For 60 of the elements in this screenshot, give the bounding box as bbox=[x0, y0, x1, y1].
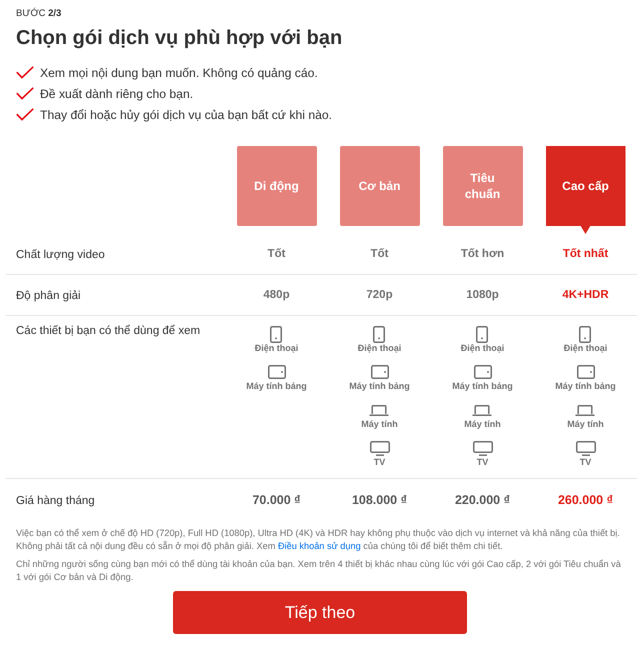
benefit-text: Đề xuất dành riêng cho bạn. bbox=[40, 86, 194, 100]
laptop-icon bbox=[472, 404, 492, 416]
device-label: Máy tính bbox=[567, 419, 604, 430]
tv-icon bbox=[370, 440, 390, 456]
plan-option[interactable]: Di động bbox=[236, 146, 316, 226]
price-value: 108.000 ₫ bbox=[352, 493, 408, 507]
disclaimer-text: Chỉ những người sống cùng bạn mới có thể dùng tài khoản của bạn. Xem trên 4 thiết bị khác nhau cùng lúc với gói Cao cấp, 2 với gói Tiêu chuẩn và 1 với gói Cơ bản và Di động. bbox=[16, 558, 622, 584]
benefit-text: Xem mọi nội dung bạn muốn. Không có quảng cáo. bbox=[40, 66, 318, 80]
feature-value: Tốt bbox=[268, 248, 286, 260]
price-value: 260.000 ₫ bbox=[558, 493, 614, 507]
feature-value: 1080p bbox=[466, 289, 499, 301]
next-button[interactable]: Tiếp theo bbox=[173, 591, 467, 634]
tv-icon bbox=[472, 440, 492, 456]
checkmark-icon bbox=[16, 108, 34, 121]
price-value: 220.000 ₫ bbox=[454, 493, 510, 507]
feature-label: Độ phân giải bbox=[16, 290, 81, 302]
page-title: Chọn gói dịch vụ phù hợp với bạn bbox=[16, 26, 344, 51]
feature-label: Các thiết bị bạn có thể dùng để xem bbox=[16, 325, 200, 337]
device-label: Điện thoại bbox=[564, 343, 608, 354]
device-label: TV bbox=[374, 457, 386, 468]
feature-value: 480p bbox=[263, 289, 290, 301]
feature-value: Tốt nhất bbox=[562, 248, 608, 260]
device-label: Điện thoại bbox=[358, 343, 402, 354]
device-label: Điện thoại bbox=[460, 343, 504, 354]
device-label: Máy tính bảng bbox=[246, 381, 307, 392]
plan-option[interactable]: Cao cấp bbox=[546, 146, 626, 234]
feature-label: Giá hàng tháng bbox=[16, 495, 95, 507]
device-label: Máy tính bảng bbox=[555, 381, 616, 392]
device-label: Máy tính bbox=[464, 419, 501, 430]
benefit-text: Thay đổi hoặc hủy gói dịch vụ của bạn bất cứ khi nào. bbox=[40, 108, 332, 122]
phone-icon bbox=[373, 326, 386, 342]
tablet-icon bbox=[474, 365, 492, 379]
feature-value: Tốt bbox=[370, 248, 388, 260]
laptop-icon bbox=[575, 404, 596, 416]
phone-icon bbox=[579, 326, 592, 342]
device-label: Điện thoại bbox=[254, 343, 298, 354]
tablet-icon bbox=[576, 365, 594, 379]
step-indicator: BƯỚC 2/3 bbox=[16, 8, 62, 20]
checkmark-icon bbox=[16, 66, 34, 79]
tablet-icon bbox=[268, 365, 286, 379]
laptop-icon bbox=[369, 404, 390, 416]
price-value: 70.000 ₫ bbox=[252, 493, 301, 507]
checkmark-icon bbox=[16, 87, 34, 100]
tablet-icon bbox=[370, 365, 388, 379]
terms-link[interactable]: Điều khoản sử dụng bbox=[278, 541, 361, 551]
tv-icon bbox=[576, 440, 596, 456]
device-label: Máy tính bbox=[361, 419, 398, 430]
plan-option[interactable]: Tiêu chuẩn bbox=[442, 146, 522, 226]
phone-icon bbox=[476, 326, 488, 342]
device-label: TV bbox=[476, 457, 488, 468]
feature-label: Chất lượng video bbox=[16, 249, 105, 261]
device-label: TV bbox=[580, 457, 592, 468]
feature-value: Tốt hơn bbox=[460, 248, 504, 260]
plan-option[interactable]: Cơ bản bbox=[340, 146, 420, 226]
disclaimer-text: Việc bạn có thể xem ở chế độ HD (720p), Full HD (1080p), Ultra HD (4K) và HDR hay không phụ thuộc vào dịch vụ internet và khả năng của thiết bị. Không phải tất cả nội dung đều có sẵn ở mọi độ phân giải. Xem Điều khoản sử dụng của chúng tôi để biết thêm chi tiết. bbox=[16, 527, 621, 553]
device-label: Máy tính bảng bbox=[349, 381, 410, 392]
phone-icon bbox=[270, 326, 282, 342]
feature-value: 720p bbox=[366, 289, 393, 301]
device-label: Máy tính bảng bbox=[452, 381, 513, 392]
feature-value: 4K+HDR bbox=[562, 289, 609, 301]
